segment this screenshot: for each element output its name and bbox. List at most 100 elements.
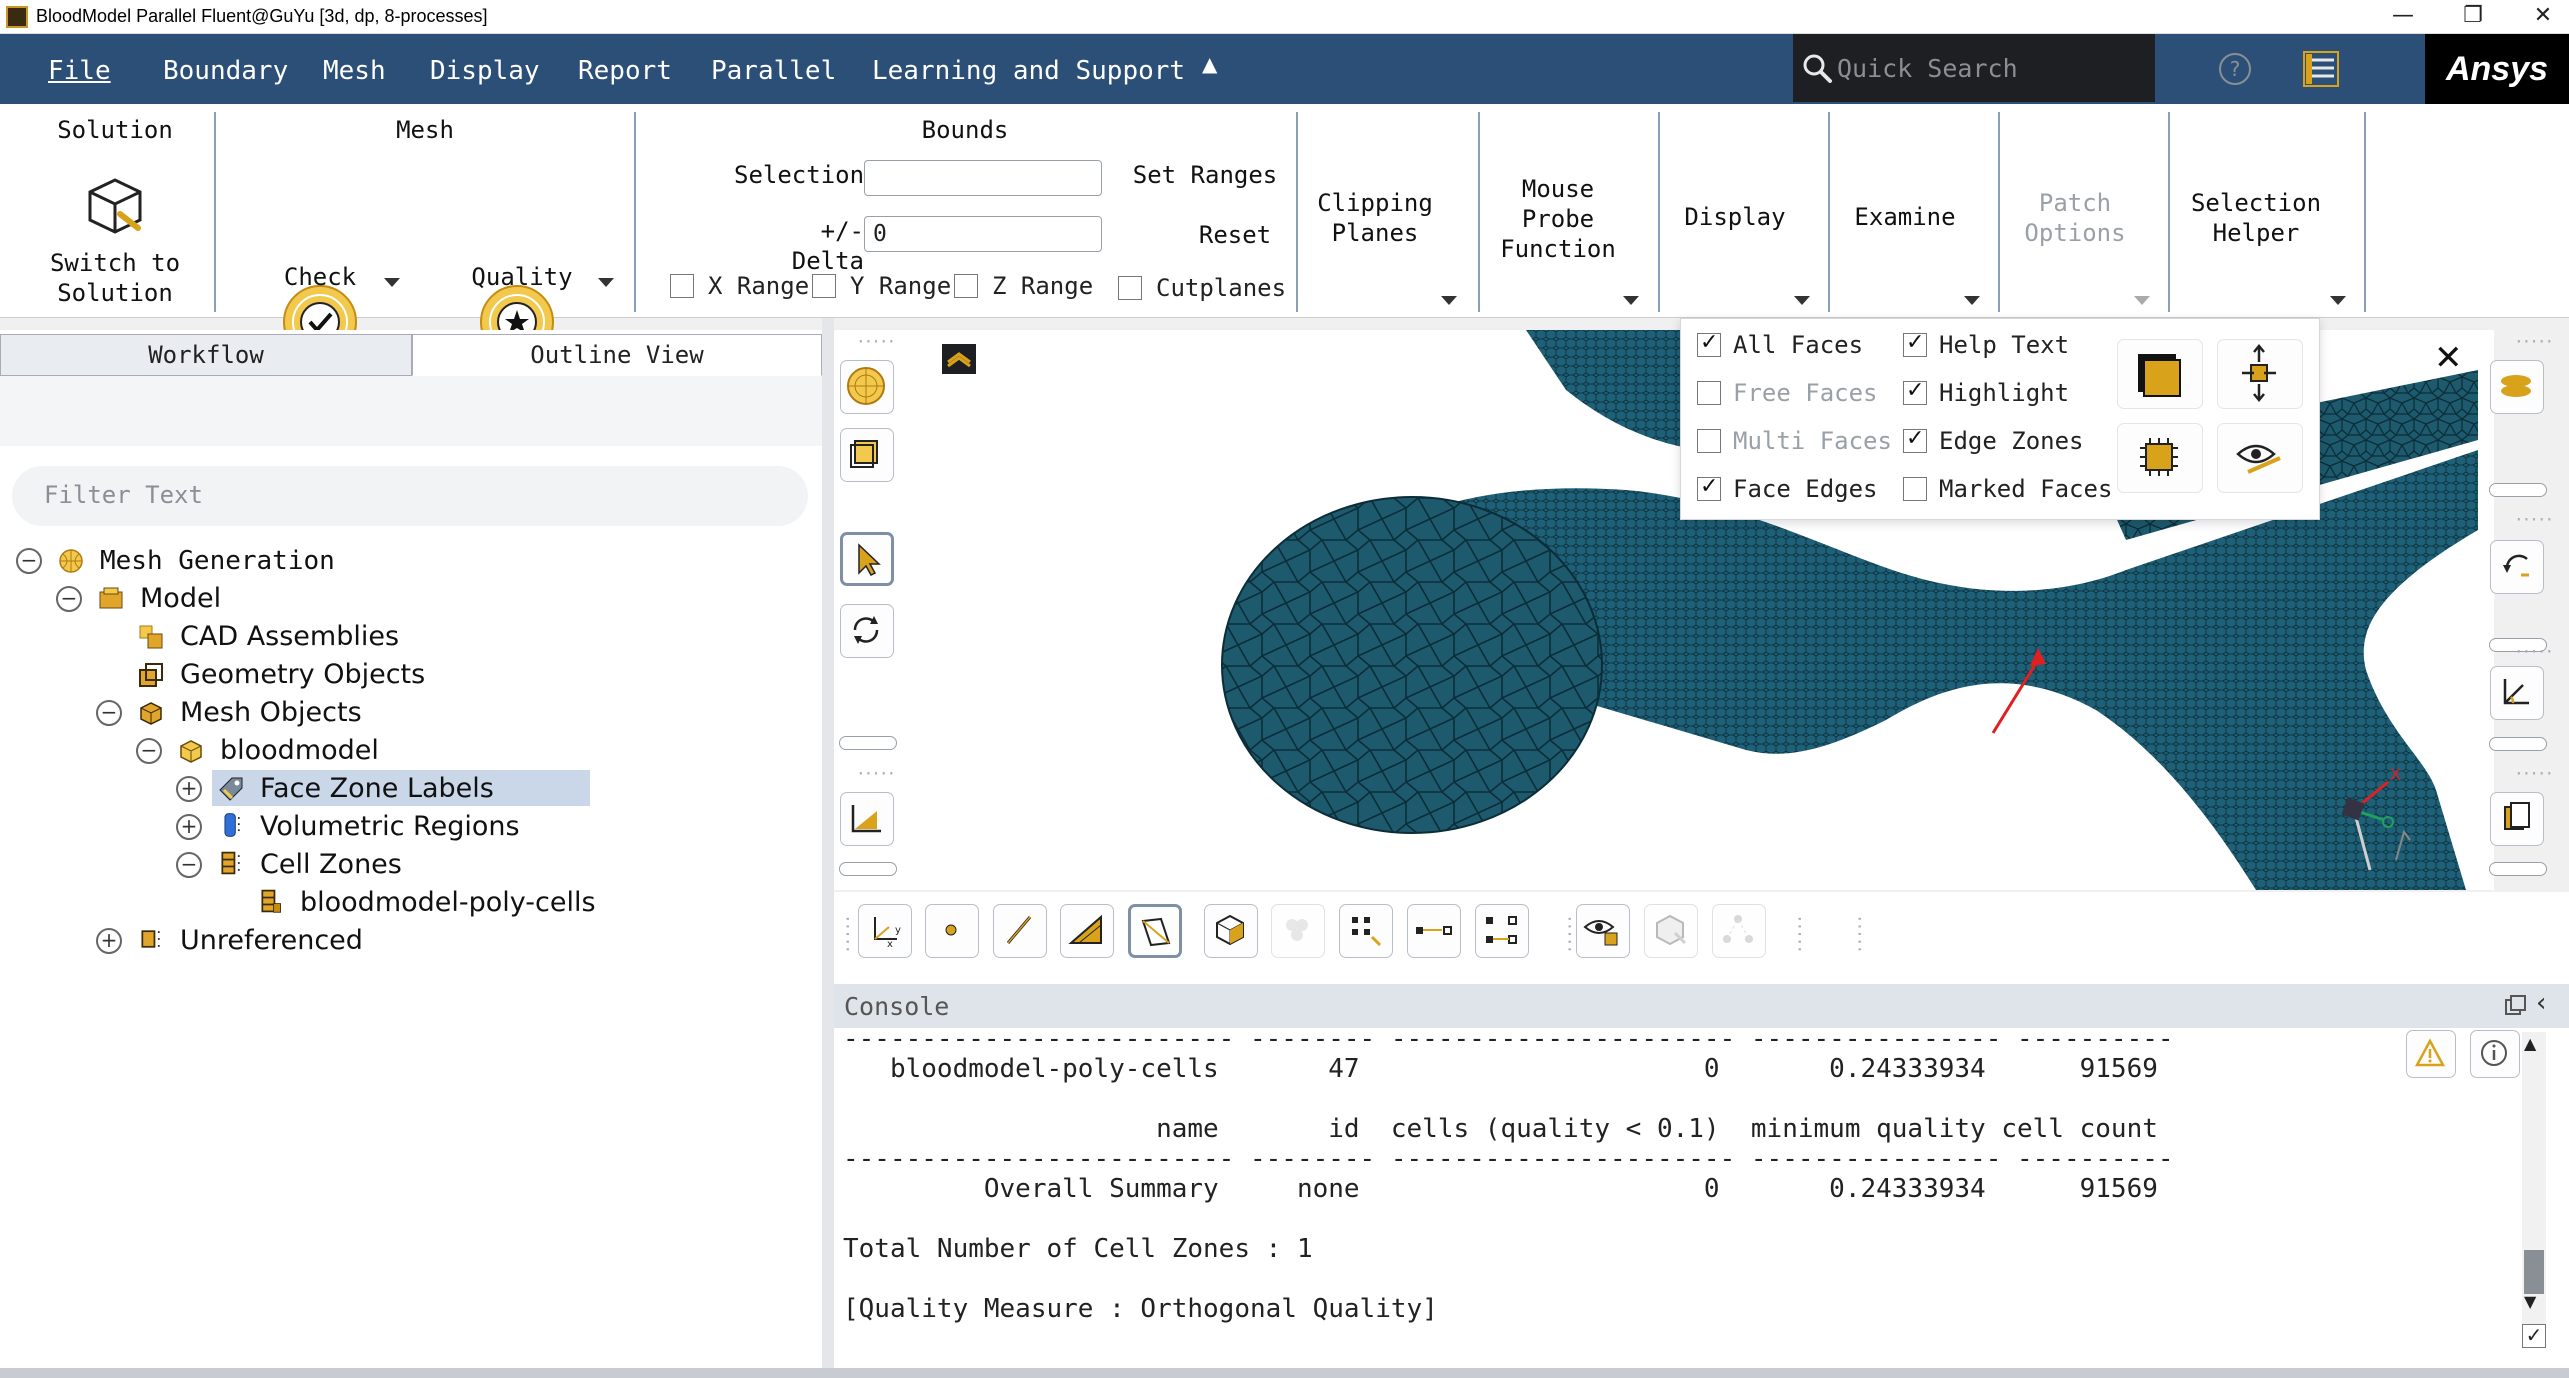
y-range-checkbox[interactable]: [812, 274, 836, 298]
quick-search-input[interactable]: Quick Search: [1793, 34, 2155, 102]
x-range-checkbox[interactable]: [670, 274, 694, 298]
selection-input[interactable]: [864, 160, 1102, 196]
undo-view-tool[interactable]: [2490, 540, 2544, 594]
tree-poly-cells[interactable]: bloodmodel-poly-cells: [300, 884, 596, 922]
tab-outline-view[interactable]: Outline View: [412, 334, 822, 376]
expand-toolbar-icon[interactable]: [2489, 483, 2547, 497]
zoom-selection-tool[interactable]: [2117, 423, 2203, 493]
toolbar-grip-icon[interactable]: ·····: [2514, 510, 2554, 529]
toolbar-grip-icon[interactable]: ·····: [856, 332, 896, 351]
axes-tool[interactable]: [2490, 666, 2544, 720]
view-fit-tool[interactable]: [2490, 360, 2544, 414]
select-pointer-tool[interactable]: [840, 532, 894, 586]
toolbar-grip-icon[interactable]: ·····: [2514, 642, 2554, 661]
tree-mesh-objects[interactable]: Mesh Objects: [180, 694, 362, 732]
collapse-toggle-icon[interactable]: −: [176, 852, 202, 878]
panel-splitter[interactable]: [822, 318, 834, 1378]
marked-faces-checkbox[interactable]: [1903, 477, 1927, 501]
filter-text-input[interactable]: Filter Text: [12, 466, 808, 526]
console-scrollbar[interactable]: ▲ ▼: [2522, 1032, 2546, 1348]
tree-volumetric-regions[interactable]: Volumetric Regions: [260, 808, 520, 846]
scroll-thumb[interactable]: [2524, 1250, 2544, 1294]
delta-input[interactable]: 0: [864, 216, 1102, 252]
collapse-toggle-icon[interactable]: −: [136, 738, 162, 764]
tree-face-zone-labels[interactable]: Face Zone Labels: [260, 770, 494, 808]
object-filter-tool[interactable]: [1339, 904, 1393, 958]
menu-parallel[interactable]: Parallel: [711, 56, 836, 86]
display-button[interactable]: Display: [1670, 202, 1800, 232]
help-icon[interactable]: ?: [2219, 53, 2251, 85]
free-faces-checkbox[interactable]: [1697, 381, 1721, 405]
collapse-toggle-icon[interactable]: −: [96, 700, 122, 726]
edge-zones-checkbox[interactable]: [1903, 426, 1927, 453]
toolbar-grip-icon[interactable]: ·····: [2514, 332, 2554, 351]
tree-unreferenced[interactable]: Unreferenced: [180, 922, 363, 960]
menu-file[interactable]: File: [48, 56, 111, 86]
collapse-console-icon[interactable]: ‹: [2536, 988, 2546, 1018]
expand-toolbar-icon[interactable]: [839, 862, 897, 876]
viewport-tab-icon[interactable]: [942, 344, 976, 374]
close-button[interactable]: ✕: [2508, 0, 2569, 34]
cutplanes-checkbox[interactable]: [1118, 276, 1142, 300]
toolbar-grip-icon[interactable]: ·····: [1790, 914, 1809, 952]
edge-filter-tool[interactable]: [993, 904, 1047, 958]
expand-toggle-icon[interactable]: +: [96, 928, 122, 954]
mouse-probe-function-button[interactable]: Mouse Probe Function: [1490, 174, 1626, 264]
mouse-probe-dropdown-icon[interactable]: [1623, 296, 1639, 305]
menu-learning-support[interactable]: Learning and Support: [872, 56, 1185, 86]
collapse-toggle-icon[interactable]: −: [56, 586, 82, 612]
help-text-checkbox[interactable]: [1903, 330, 1927, 357]
console-info-button[interactable]: [2470, 1030, 2520, 1078]
face-edges-checkbox[interactable]: [1697, 474, 1721, 501]
clipping-planes-button[interactable]: Clipping Planes: [1310, 188, 1440, 248]
menu-report[interactable]: Report: [578, 56, 672, 86]
expand-toggle-icon[interactable]: +: [176, 776, 202, 802]
collapse-toggle-icon[interactable]: −: [16, 548, 42, 574]
undock-icon[interactable]: [2503, 994, 2527, 1018]
panel-list-icon[interactable]: [2302, 50, 2340, 88]
fit-view-tool[interactable]: [2217, 339, 2303, 409]
visibility-tool[interactable]: [1576, 904, 1630, 958]
restore-button[interactable]: ❐: [2438, 0, 2508, 34]
zone-filter-tool[interactable]: [1128, 904, 1182, 958]
face-filter-tool[interactable]: [1060, 904, 1114, 958]
menu-display[interactable]: Display: [430, 56, 540, 86]
node-filter-tool[interactable]: [925, 904, 979, 958]
quality-dropdown-icon[interactable]: [598, 278, 614, 287]
tab-workflow[interactable]: Workflow: [0, 334, 412, 376]
expand-toolbar-icon[interactable]: [2489, 737, 2547, 751]
multi-faces-checkbox[interactable]: [1697, 429, 1721, 453]
scroll-up-icon[interactable]: ▲: [2524, 1034, 2536, 1053]
expand-toggle-icon[interactable]: +: [176, 814, 202, 840]
display-all-tool[interactable]: [2117, 339, 2203, 409]
snapshot-tool[interactable]: [840, 792, 894, 846]
selection-helper-button[interactable]: Selection Helper: [2180, 188, 2332, 248]
tree-bloodmodel[interactable]: bloodmodel: [220, 732, 379, 770]
mesh-display-tool[interactable]: [840, 360, 894, 414]
menu-mesh[interactable]: Mesh: [323, 56, 386, 86]
clipping-dropdown-icon[interactable]: [1441, 296, 1457, 305]
toggle-visibility-tool[interactable]: [2217, 423, 2303, 493]
tree-mesh-generation[interactable]: Mesh Generation: [100, 542, 335, 580]
tree-cell-zones[interactable]: Cell Zones: [260, 846, 402, 884]
move-filter-tool[interactable]: [1407, 904, 1461, 958]
copy-view-tool[interactable]: [2490, 792, 2544, 846]
xyz-filter-tool[interactable]: xy: [858, 904, 912, 958]
check-button[interactable]: Check: [270, 262, 370, 292]
tree-model[interactable]: Model: [140, 580, 221, 618]
all-faces-checkbox[interactable]: [1697, 330, 1721, 357]
display-dropdown-icon[interactable]: [1794, 296, 1810, 305]
set-ranges-button[interactable]: Set Ranges: [1130, 160, 1280, 190]
connect-filter-tool[interactable]: [1475, 904, 1529, 958]
toolbar-grip-icon[interactable]: ·····: [1850, 914, 1869, 952]
console-autoscroll-checkbox[interactable]: ✓: [2522, 1324, 2546, 1348]
cell-filter-tool[interactable]: [1204, 904, 1258, 958]
expand-toolbar-icon[interactable]: [2489, 862, 2547, 876]
menu-boundary[interactable]: Boundary: [163, 56, 288, 86]
quality-button[interactable]: Quality: [462, 262, 582, 292]
check-dropdown-icon[interactable]: [384, 278, 400, 287]
expand-toolbar-icon[interactable]: [839, 736, 897, 750]
collapse-ribbon-icon[interactable]: ▲: [1202, 52, 1217, 76]
toolbar-grip-icon[interactable]: ·····: [838, 914, 857, 952]
geometry-display-tool[interactable]: [840, 428, 894, 482]
